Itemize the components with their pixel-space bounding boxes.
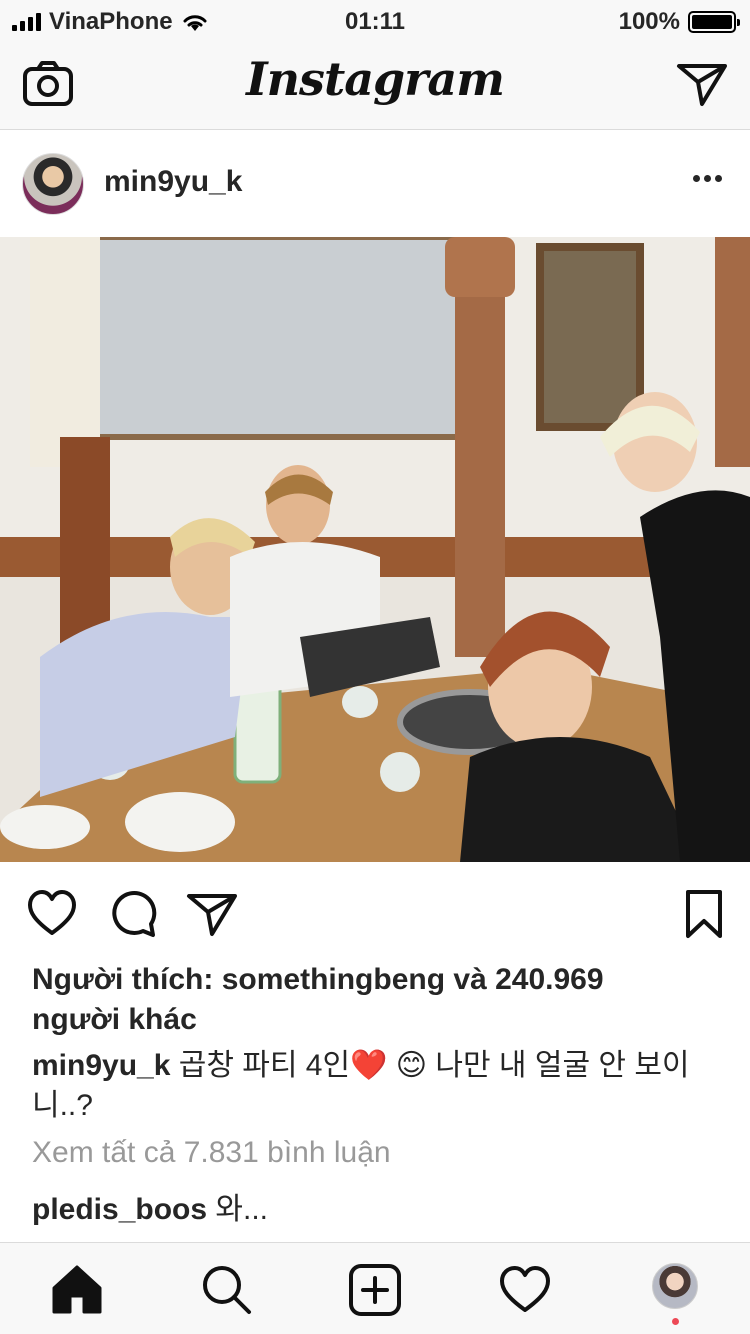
- instagram-logo: Instagram: [246, 52, 505, 106]
- comment-preview: pledis_boos 와...: [32, 1184, 268, 1228]
- post-actions: [0, 862, 750, 962]
- post-author-avatar[interactable]: [22, 153, 84, 215]
- status-right: 100%: [618, 8, 740, 36]
- comment-icon[interactable]: [106, 888, 158, 940]
- post-header: min9yu_k: [0, 131, 750, 237]
- post-photo[interactable]: [0, 237, 750, 862]
- likes-suffix: người khác: [32, 1003, 197, 1036]
- comment-username[interactable]: pledis_boos: [32, 1193, 207, 1226]
- likes-summary[interactable]: Người thích: somethingbeng và 240.969 ng…: [32, 960, 680, 1040]
- add-post-icon[interactable]: [348, 1263, 402, 1317]
- post-photo-illustration: [0, 237, 750, 862]
- bottom-tab-bar: [0, 1242, 750, 1334]
- activity-icon[interactable]: [498, 1263, 552, 1317]
- post-caption: min9yu_k 곱창 파티 4인❤️ 😊 나만 내 얼굴 안 보이니..?: [32, 1046, 720, 1126]
- battery-icon: [688, 11, 740, 33]
- status-bar: VinaPhone 01:11 100%: [0, 0, 750, 40]
- heart-icon[interactable]: [26, 888, 78, 940]
- likes-prefix: Người thích:: [32, 963, 222, 996]
- battery-fill: [692, 15, 732, 29]
- battery-percent: 100%: [618, 8, 680, 35]
- likes-count[interactable]: 240.969: [495, 963, 603, 996]
- direct-send-icon[interactable]: [676, 60, 728, 108]
- caption-username[interactable]: min9yu_k: [32, 1049, 170, 1082]
- profile-avatar[interactable]: [652, 1263, 698, 1309]
- likes-mid: và: [445, 963, 496, 996]
- notification-dot: [672, 1318, 679, 1325]
- likes-user[interactable]: somethingbeng: [222, 963, 445, 996]
- search-icon[interactable]: [200, 1263, 254, 1317]
- top-nav: Instagram: [0, 40, 750, 130]
- home-icon[interactable]: [50, 1263, 104, 1317]
- more-options-icon[interactable]: [693, 175, 722, 182]
- post-username[interactable]: min9yu_k: [104, 165, 242, 199]
- share-icon[interactable]: [186, 888, 238, 940]
- view-all-comments-link[interactable]: Xem tất cả 7.831 bình luận: [32, 1136, 391, 1170]
- comment-text: 와...: [207, 1193, 268, 1226]
- bookmark-icon[interactable]: [678, 888, 730, 940]
